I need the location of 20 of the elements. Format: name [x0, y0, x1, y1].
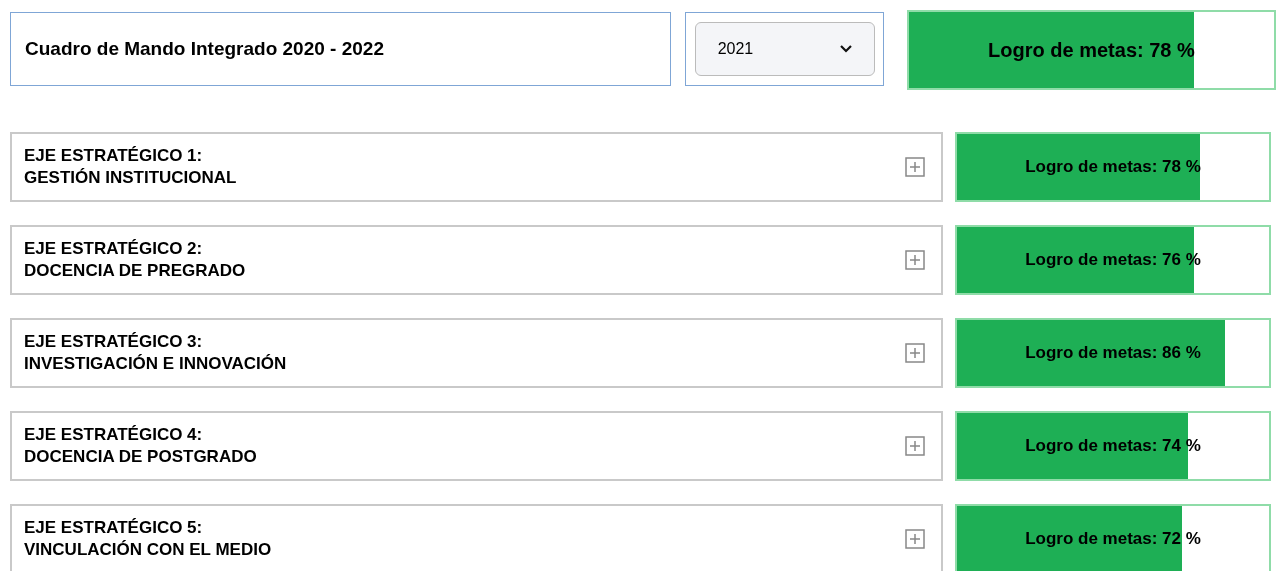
axis-title: EJE ESTRATÉGICO 3: — [24, 331, 204, 353]
axis-title: EJE ESTRATÉGICO 2: — [24, 238, 204, 260]
axis-title: EJE ESTRATÉGICO 5: — [24, 517, 204, 539]
progress-label: Logro de metas: 86 % — [1025, 342, 1201, 365]
expand-icon[interactable] — [905, 436, 925, 456]
axis-subtitle: GESTIÓN INSTITUCIONAL — [24, 167, 237, 189]
expand-icon[interactable] — [905, 250, 925, 270]
expand-icon[interactable] — [905, 343, 925, 363]
axis-subtitle: VINCULACIÓN CON EL MEDIO — [24, 539, 272, 561]
axis-subtitle: DOCENCIA DE POSTGRADO — [24, 446, 257, 468]
expand-icon[interactable] — [905, 157, 925, 177]
chevron-down-icon — [839, 45, 852, 53]
expand-icon[interactable] — [905, 529, 925, 549]
axis-title: EJE ESTRATÉGICO 1: — [24, 145, 204, 167]
dashboard-title: Cuadro de Mando Integrado 2020 - 2022 — [10, 12, 672, 86]
axis-title: EJE ESTRATÉGICO 4: — [24, 424, 204, 446]
year-select[interactable]: 2021 — [694, 22, 875, 76]
axis-subtitle: DOCENCIA DE PREGRADO — [24, 260, 246, 282]
axis-subtitle: INVESTIGACIÓN E INNOVACIÓN — [24, 353, 287, 375]
progress-label: Logro de metas: 72 % — [1025, 528, 1201, 551]
